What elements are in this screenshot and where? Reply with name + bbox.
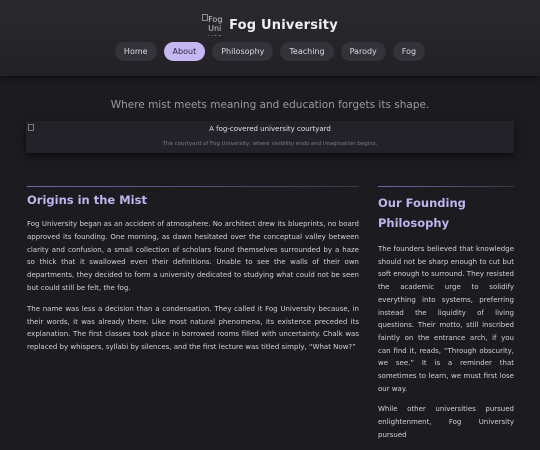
nav-parody[interactable]: Parody [340,42,386,61]
section-divider [27,186,359,187]
main-nav: Home About Philosophy Teaching Parody Fo… [0,42,540,61]
brand[interactable]: Fog University Fog University [0,14,540,36]
philosophy-paragraph-1: The founders believed that knowledge sho… [378,245,514,393]
figure-caption: The courtyard of Fog University, where v… [162,141,378,147]
site-title[interactable]: Fog University [229,18,338,33]
philosophy-sidebar: Our Founding Philosophy The founders bel… [378,186,514,450]
origins-section: Origins in the Mist Fog University began… [27,186,359,362]
philosophy-paragraph-2: While other universities pursued enlight… [378,405,514,439]
philosophy-heading: Our Founding Philosophy [378,196,466,230]
nav-teaching[interactable]: Teaching [280,42,334,61]
origins-paragraph-2: The name was less a decision than a cond… [27,304,359,352]
nav-fog[interactable]: Fog [392,42,426,61]
logo[interactable]: Fog University [202,14,223,36]
origins-heading: Origins in the Mist [27,193,147,207]
courtyard-figure: A fog-covered university courtyard The c… [26,121,514,153]
logo-alt-text: Fog University [208,15,223,36]
nav-home[interactable]: Home [114,42,157,61]
nav-about[interactable]: About [163,42,206,61]
origins-paragraph-1: Fog University began as an accident of a… [27,220,359,292]
nav-philosophy[interactable]: Philosophy [212,42,274,61]
section-divider [378,186,514,187]
tagline: Where mist meets meaning and education f… [110,99,430,111]
site-header: Fog University Fog University Home About… [0,0,540,76]
figure-alt-text: A fog-covered university courtyard [209,125,331,133]
